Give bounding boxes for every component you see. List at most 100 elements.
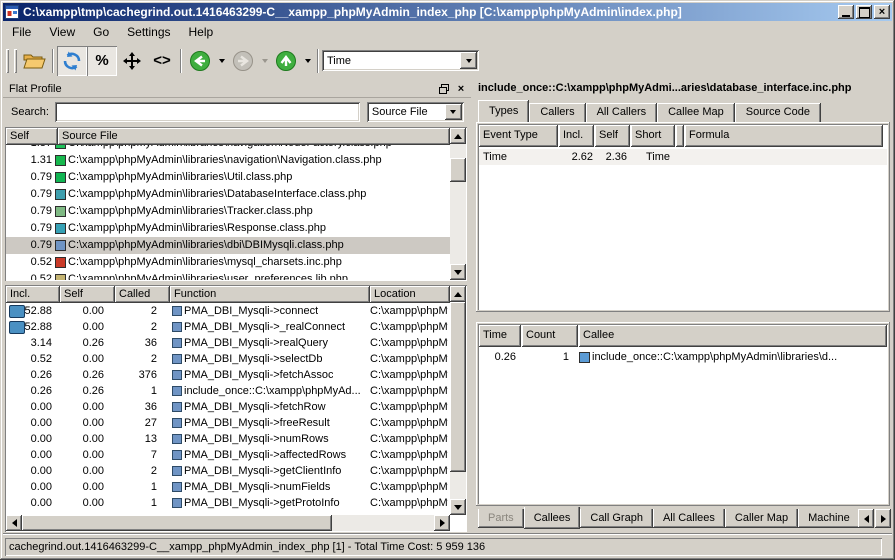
tab-all-callees[interactable]: All Callees (653, 509, 725, 528)
file-row[interactable]: 0.52 C:\xampp\phpMyAdmin\libraries\mysql… (6, 254, 450, 271)
function-row[interactable]: 0.00 0.00 2 PMA_DBI_Mysqli->getClientInf… (6, 463, 450, 479)
function-row[interactable]: 3.14 0.26 36 PMA_DBI_Mysqli->realQuery C… (6, 335, 450, 351)
callee-name: include_once::C:\xampp\phpMyAdmin\librar… (592, 349, 837, 365)
column-header-formula[interactable]: Formula (685, 125, 883, 147)
tab-caller-map[interactable]: Caller Map (725, 509, 798, 528)
grouping-selector[interactable]: Source File (367, 102, 464, 122)
scroll-left-button[interactable] (6, 515, 22, 531)
tab-scroll-right-button[interactable] (875, 509, 891, 528)
event-type-dropdown-button[interactable] (460, 52, 477, 69)
tab-source-code[interactable]: Source Code (735, 103, 821, 122)
scroll-thumb[interactable] (22, 515, 332, 531)
dock-float-button[interactable] (437, 82, 451, 95)
scroll-thumb[interactable] (450, 302, 466, 472)
column-header-source-file[interactable]: Source File (58, 128, 450, 145)
toolbar-handle[interactable] (14, 49, 17, 73)
function-row[interactable]: 52.88 0.00 2 PMA_DBI_Mysqli->_realConnec… (6, 319, 450, 335)
function-row[interactable]: 52.88 0.00 2 PMA_DBI_Mysqli->connect C:\… (6, 303, 450, 319)
file-row[interactable]: 0.79 C:\xampp\phpMyAdmin\libraries\Util.… (6, 169, 450, 186)
minimize-button[interactable] (838, 5, 854, 19)
function-row[interactable]: 0.00 0.00 7 PMA_DBI_Mysqli->affectedRows… (6, 447, 450, 463)
back-dropdown-button[interactable] (215, 46, 228, 76)
maximize-button[interactable] (856, 5, 872, 19)
function-row[interactable]: 0.00 0.00 1 PMA_DBI_Mysqli->numFields C:… (6, 479, 450, 495)
event-type-name: Time (479, 149, 559, 165)
menu-settings[interactable]: Settings (118, 22, 179, 42)
function-row[interactable]: 0.26 0.26 376 PMA_DBI_Mysqli->fetchAssoc… (6, 367, 450, 383)
search-input[interactable] (55, 102, 360, 122)
function-row[interactable]: 0.00 0.00 1 PMA_DBI_Mysqli->getProtoInfo… (6, 495, 450, 511)
tab-scroll-left-button[interactable] (858, 509, 874, 528)
tab-types[interactable]: Types (478, 100, 529, 122)
file-list-vscrollbar[interactable] (450, 128, 466, 280)
function-row[interactable]: 0.52 0.00 2 PMA_DBI_Mysqli->selectDb C:\… (6, 351, 450, 367)
chevron-down-icon (219, 59, 225, 63)
forward-dropdown-button[interactable] (258, 46, 271, 76)
expand-collapse-button[interactable]: <> (147, 46, 177, 76)
scroll-right-button[interactable] (434, 515, 450, 531)
column-header-self[interactable]: Self (595, 125, 630, 147)
title-bar[interactable]: C:\xampp\tmp\cachegrind.out.1416463299-C… (3, 3, 892, 21)
relative-percent-button[interactable]: % (87, 46, 117, 76)
scroll-thumb[interactable] (450, 158, 466, 182)
spacer-column-header[interactable] (676, 125, 684, 147)
scroll-up-button[interactable] (450, 286, 466, 302)
file-row[interactable]: 1.37 C:\xampp\phpMyAdmin\libraries\navig… (6, 145, 450, 152)
function-row[interactable]: 0.00 0.00 27 PMA_DBI_Mysqli->freeResult … (6, 415, 450, 431)
menu-file[interactable]: File (3, 22, 40, 42)
forward-button[interactable] (228, 46, 258, 76)
file-row[interactable]: 0.52 C:\xampp\phpMyAdmin\libraries\user_… (6, 271, 450, 280)
function-icon (172, 450, 182, 460)
file-row[interactable]: 0.79 C:\xampp\phpMyAdmin\libraries\Datab… (6, 186, 450, 203)
move-pan-button[interactable] (117, 46, 147, 76)
tab-callees[interactable]: Callees (524, 507, 581, 529)
function-row[interactable]: 0.26 0.26 1 include_once::C:\xampp\phpMy… (6, 383, 450, 399)
column-header-count[interactable]: Count (522, 325, 578, 347)
column-header-time[interactable]: Time (479, 325, 521, 347)
menu-view[interactable]: View (40, 22, 84, 42)
callee-row[interactable]: 0.26 1 include_once::C:\xampp\phpMyAdmin… (479, 349, 887, 365)
up-button[interactable] (271, 46, 301, 76)
toolbar-handle[interactable] (6, 49, 9, 73)
file-row[interactable]: 1.31 C:\xampp\phpMyAdmin\libraries\navig… (6, 152, 450, 169)
tab-parts[interactable]: Parts (478, 509, 524, 528)
column-header-self[interactable]: Self (6, 128, 58, 145)
tab-all-callers[interactable]: All Callers (586, 103, 658, 122)
column-header-incl[interactable]: Incl. (6, 286, 60, 303)
column-header-location[interactable]: Location (370, 286, 450, 303)
file-row[interactable]: 0.79 C:\xampp\phpMyAdmin\libraries\Track… (6, 203, 450, 220)
column-header-self[interactable]: Self (60, 286, 115, 303)
tab-callee-map[interactable]: Callee Map (657, 103, 735, 122)
location: C:\xampp\phpMy (370, 463, 448, 479)
up-dropdown-button[interactable] (301, 46, 314, 76)
dock-title-bar[interactable]: Flat Profile × (3, 80, 471, 98)
function-row[interactable]: 0.00 0.00 36 PMA_DBI_Mysqli->fetchRow C:… (6, 399, 450, 415)
column-header-short[interactable]: Short (631, 125, 675, 147)
event-type-row[interactable]: Time 2.62 2.36 Time (479, 149, 887, 165)
back-button[interactable] (185, 46, 215, 76)
column-header-event-type[interactable]: Event Type (479, 125, 558, 147)
function-table-hscrollbar[interactable] (6, 515, 450, 531)
close-button[interactable]: × (874, 5, 890, 19)
column-header-callee[interactable]: Callee (579, 325, 887, 347)
cycle-detection-button[interactable] (57, 46, 87, 76)
open-file-button[interactable] (19, 46, 49, 76)
grouping-dropdown-button[interactable] (445, 104, 462, 120)
menu-go[interactable]: Go (84, 22, 118, 42)
tab-call-graph[interactable]: Call Graph (580, 509, 653, 528)
menu-help[interactable]: Help (180, 22, 223, 42)
column-header-function[interactable]: Function (170, 286, 370, 303)
dock-close-button[interactable]: × (454, 82, 468, 95)
event-type-selector[interactable]: Time (322, 50, 479, 71)
scroll-down-button[interactable] (450, 499, 466, 515)
file-row-selected[interactable]: 0.79 C:\xampp\phpMyAdmin\libraries\dbi\D… (6, 237, 450, 254)
tab-machine-code[interactable]: Machine (798, 509, 858, 528)
scroll-up-button[interactable] (450, 128, 466, 144)
column-header-incl[interactable]: Incl. (559, 125, 594, 147)
scroll-down-button[interactable] (450, 264, 466, 280)
function-row[interactable]: 0.00 0.00 13 PMA_DBI_Mysqli->numRows C:\… (6, 431, 450, 447)
file-row[interactable]: 0.79 C:\xampp\phpMyAdmin\libraries\Respo… (6, 220, 450, 237)
column-header-called[interactable]: Called (115, 286, 170, 303)
function-table-vscrollbar[interactable] (450, 286, 466, 515)
tab-callers[interactable]: Callers (529, 103, 585, 122)
